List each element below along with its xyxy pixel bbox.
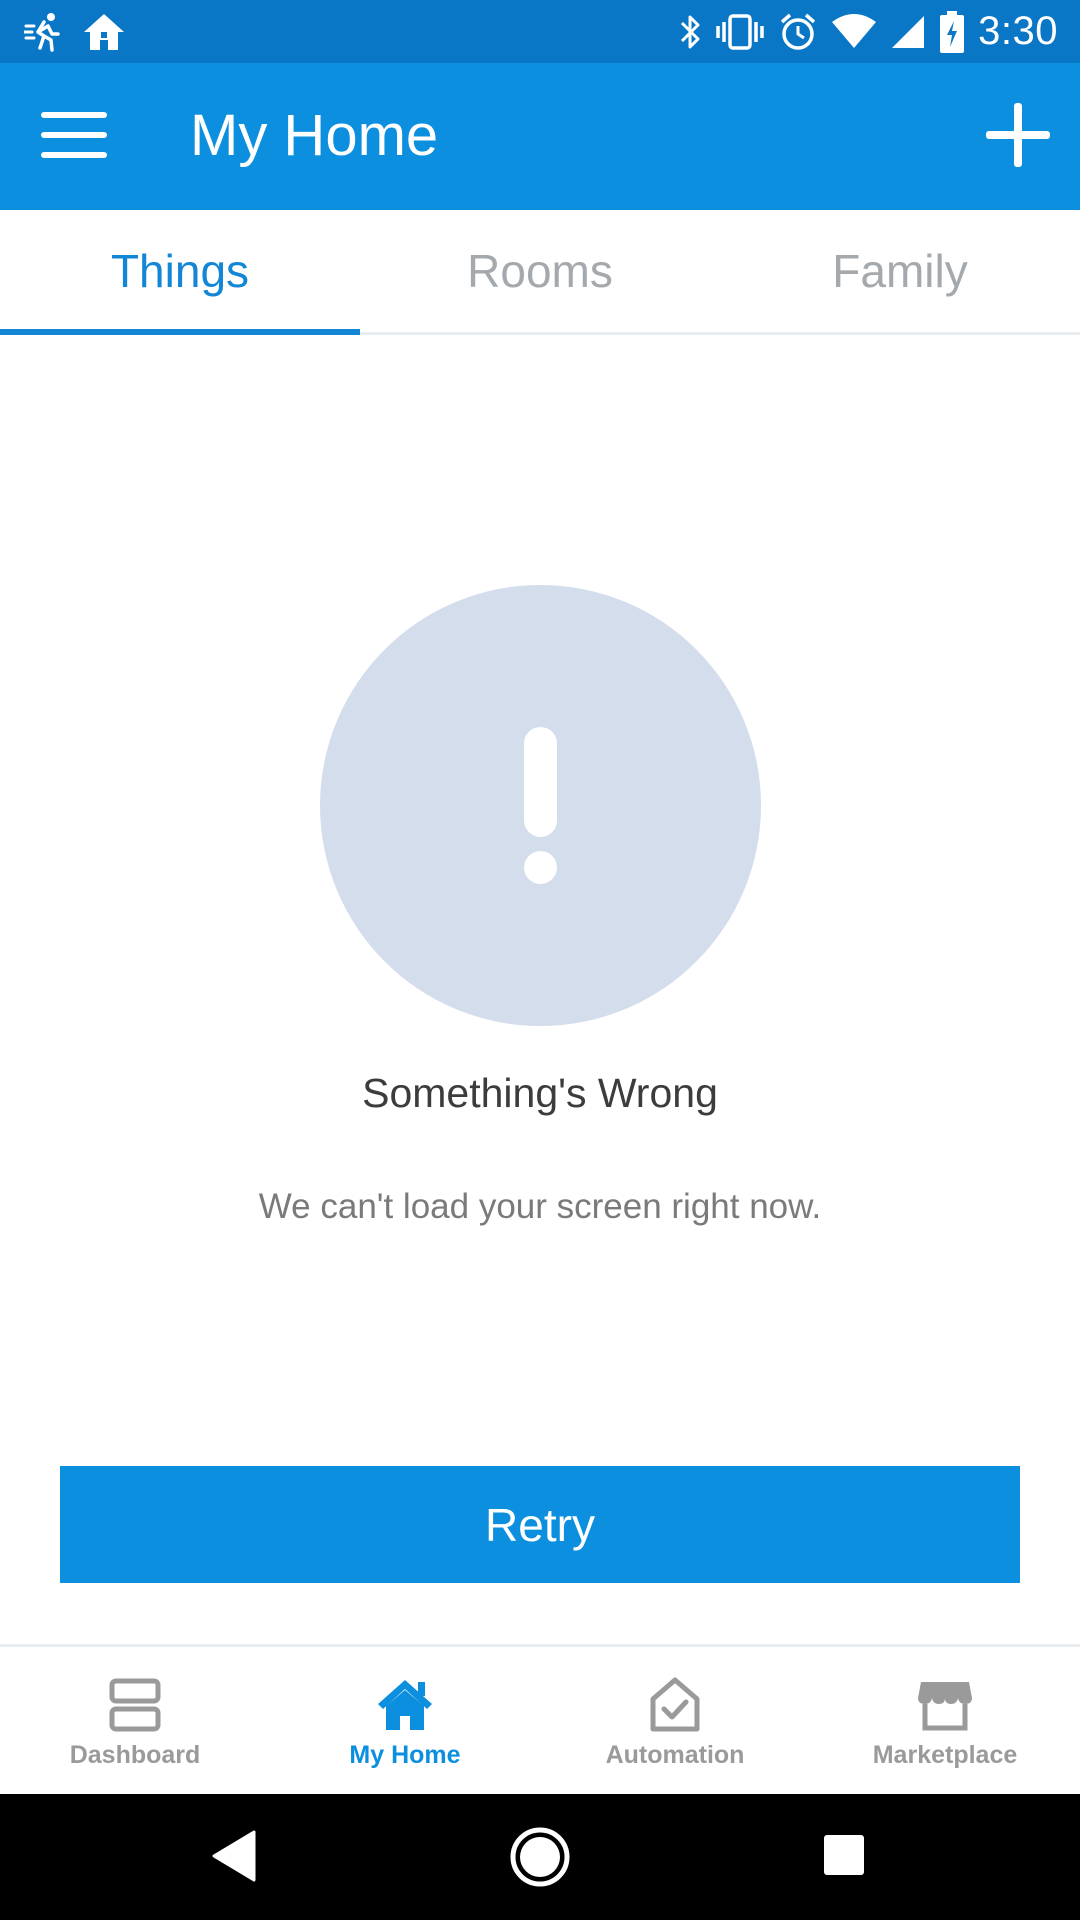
signal-icon — [890, 14, 926, 50]
add-button[interactable] — [978, 97, 1058, 177]
home-notification-icon — [82, 12, 126, 52]
nav-label-marketplace: Marketplace — [872, 1741, 1018, 1769]
exclamation-dot — [524, 851, 557, 884]
hamburger-menu-icon — [41, 111, 107, 163]
error-message: We can't load your screen right now. — [258, 1187, 822, 1226]
error-title: Something's Wrong — [362, 1070, 718, 1116]
dashboard-icon — [103, 1675, 167, 1735]
nav-item-my-home[interactable]: My Home — [270, 1647, 540, 1794]
error-illustration — [320, 585, 761, 1026]
system-navigation-bar — [0, 1794, 1080, 1920]
home-icon — [373, 1675, 437, 1735]
battery-charging-icon — [940, 10, 965, 53]
home-button-icon[interactable] — [509, 1826, 571, 1893]
nav-item-dashboard[interactable]: Dashboard — [0, 1647, 270, 1794]
page-title: My Home — [190, 103, 439, 168]
nav-label-my-home: My Home — [349, 1741, 461, 1769]
wifi-icon — [832, 13, 877, 50]
tab-family[interactable]: Family — [720, 210, 1080, 332]
status-bar: 3:30 — [0, 0, 1080, 63]
plus-icon — [986, 102, 1050, 172]
tab-bar: Things Rooms Family — [0, 210, 1080, 335]
bluetooth-icon — [678, 12, 702, 52]
alarm-icon — [778, 12, 818, 52]
tab-rooms[interactable]: Rooms — [360, 210, 720, 332]
tab-indicator — [0, 329, 360, 335]
nav-item-automation[interactable]: Automation — [540, 1647, 810, 1794]
status-time: 3:30 — [978, 9, 1058, 53]
back-icon[interactable] — [210, 1830, 256, 1887]
vibrate-icon — [716, 12, 764, 52]
status-left-icons — [24, 10, 126, 53]
status-right-icons: 3:30 — [678, 8, 1058, 55]
nav-label-dashboard: Dashboard — [69, 1741, 201, 1769]
recents-icon[interactable] — [823, 1834, 865, 1881]
app-bar: My Home — [0, 63, 1080, 210]
menu-button[interactable] — [30, 101, 118, 173]
nav-label-automation: Automation — [605, 1741, 745, 1769]
bottom-navigation: Dashboard My Home Automation Marketplace — [0, 1644, 1080, 1794]
activity-icon — [24, 12, 64, 52]
exclamation-icon — [524, 727, 557, 837]
automation-icon — [643, 1675, 707, 1735]
marketplace-icon — [913, 1675, 977, 1735]
retry-button[interactable]: Retry — [60, 1466, 1020, 1583]
nav-item-marketplace[interactable]: Marketplace — [810, 1647, 1080, 1794]
tab-things[interactable]: Things — [0, 210, 360, 332]
